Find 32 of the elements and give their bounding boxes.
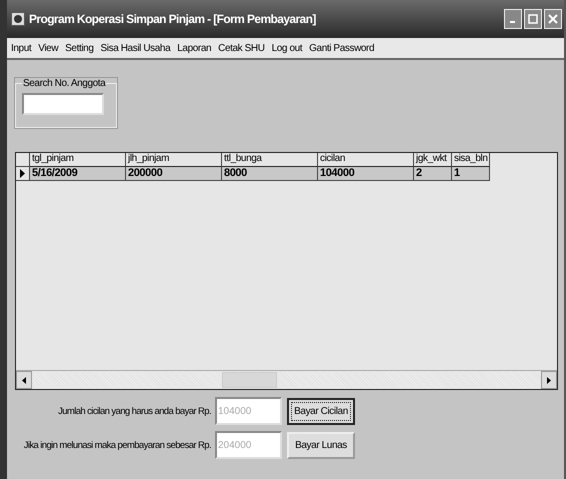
window-title: Program Koperasi Simpan Pinjam - [Form Pembayaran] [29, 12, 317, 26]
close-icon [548, 14, 558, 24]
field-label: Jika ingin melunasi maka pembayaran sebesar Rp. [22, 440, 212, 450]
right-arrow-icon [547, 376, 551, 384]
row-pointer-icon [20, 169, 25, 178]
maximize-icon [528, 14, 538, 24]
left-arrow-icon [22, 376, 26, 384]
table-cell: 2 [414, 167, 452, 181]
scroll-thumb[interactable] [222, 372, 277, 388]
menu-item[interactable]: Log out [272, 42, 302, 54]
table-cell: 5/16/2009 [30, 167, 126, 181]
menu-item[interactable]: Laporan [177, 42, 212, 54]
app-icon [11, 12, 25, 26]
table-cell: 104000 [318, 167, 414, 181]
maximize-button[interactable] [524, 9, 542, 29]
table-cell: 8000 [222, 167, 318, 181]
menu-item[interactable]: Cetak SHU [218, 42, 265, 54]
minimize-button[interactable] [504, 9, 522, 29]
scroll-right-button[interactable] [541, 371, 557, 389]
search-field[interactable] [22, 93, 104, 115]
menu-item[interactable]: View [38, 42, 58, 54]
table-cell: 1 [452, 167, 490, 181]
table-cell: 200000 [126, 167, 222, 181]
group-label: Search No. Anggota [22, 78, 106, 89]
horizontal-scrollbar[interactable] [16, 370, 557, 389]
scroll-left-button[interactable] [16, 371, 32, 389]
menu-item[interactable]: Sisa Hasil Usaha [100, 42, 170, 54]
menu-item[interactable]: Ganti Password [309, 42, 374, 54]
close-button[interactable] [544, 9, 562, 29]
field-label: Jumlah cicilan yang harus anda bayar Rp. [57, 406, 212, 416]
menu-item[interactable]: Setting [65, 42, 94, 54]
menu-item[interactable]: Input [11, 42, 32, 54]
